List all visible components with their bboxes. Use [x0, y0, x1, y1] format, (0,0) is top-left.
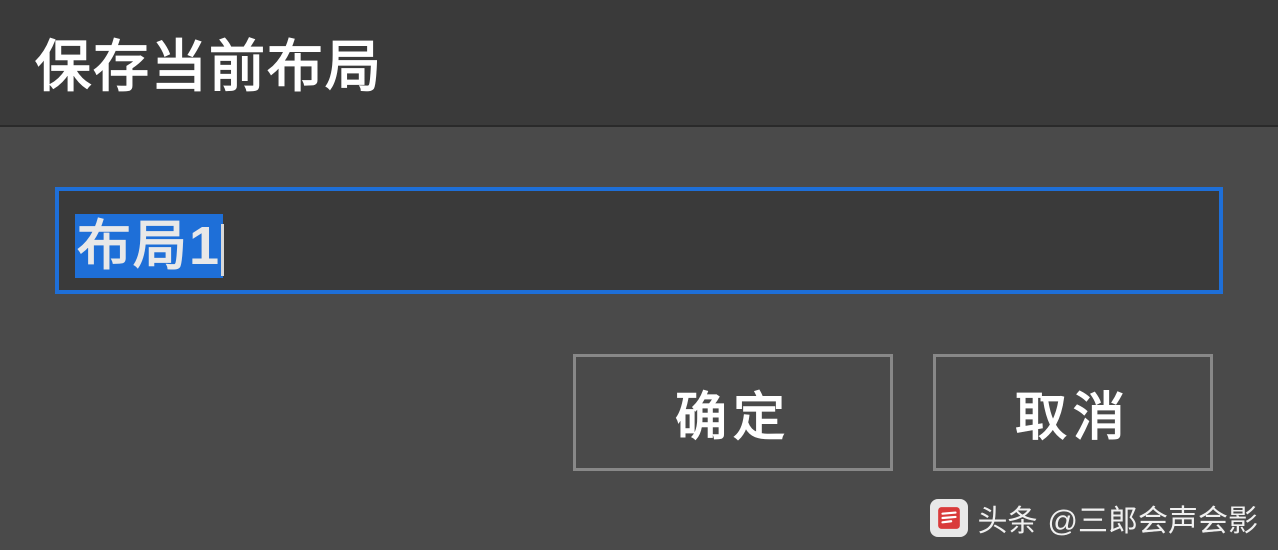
watermark-handle: @三郎会声会影: [1048, 496, 1258, 540]
toutiao-icon: [930, 499, 968, 537]
dialog-content: 布局1 确定 取消: [0, 127, 1278, 550]
cancel-button[interactable]: 取消: [933, 354, 1213, 471]
dialog-title-bar: 保存当前布局: [0, 0, 1278, 127]
watermark: 头条 @三郎会声会影: [930, 496, 1258, 540]
layout-name-value: 布局1: [67, 195, 232, 286]
save-layout-dialog: 保存当前布局 布局1 确定 取消: [0, 0, 1278, 550]
dialog-button-row: 确定 取消: [55, 354, 1223, 471]
layout-name-input[interactable]: 布局1: [55, 187, 1223, 294]
ok-button[interactable]: 确定: [573, 354, 893, 471]
dialog-title: 保存当前布局: [35, 22, 1243, 103]
watermark-prefix: 头条: [978, 496, 1038, 540]
